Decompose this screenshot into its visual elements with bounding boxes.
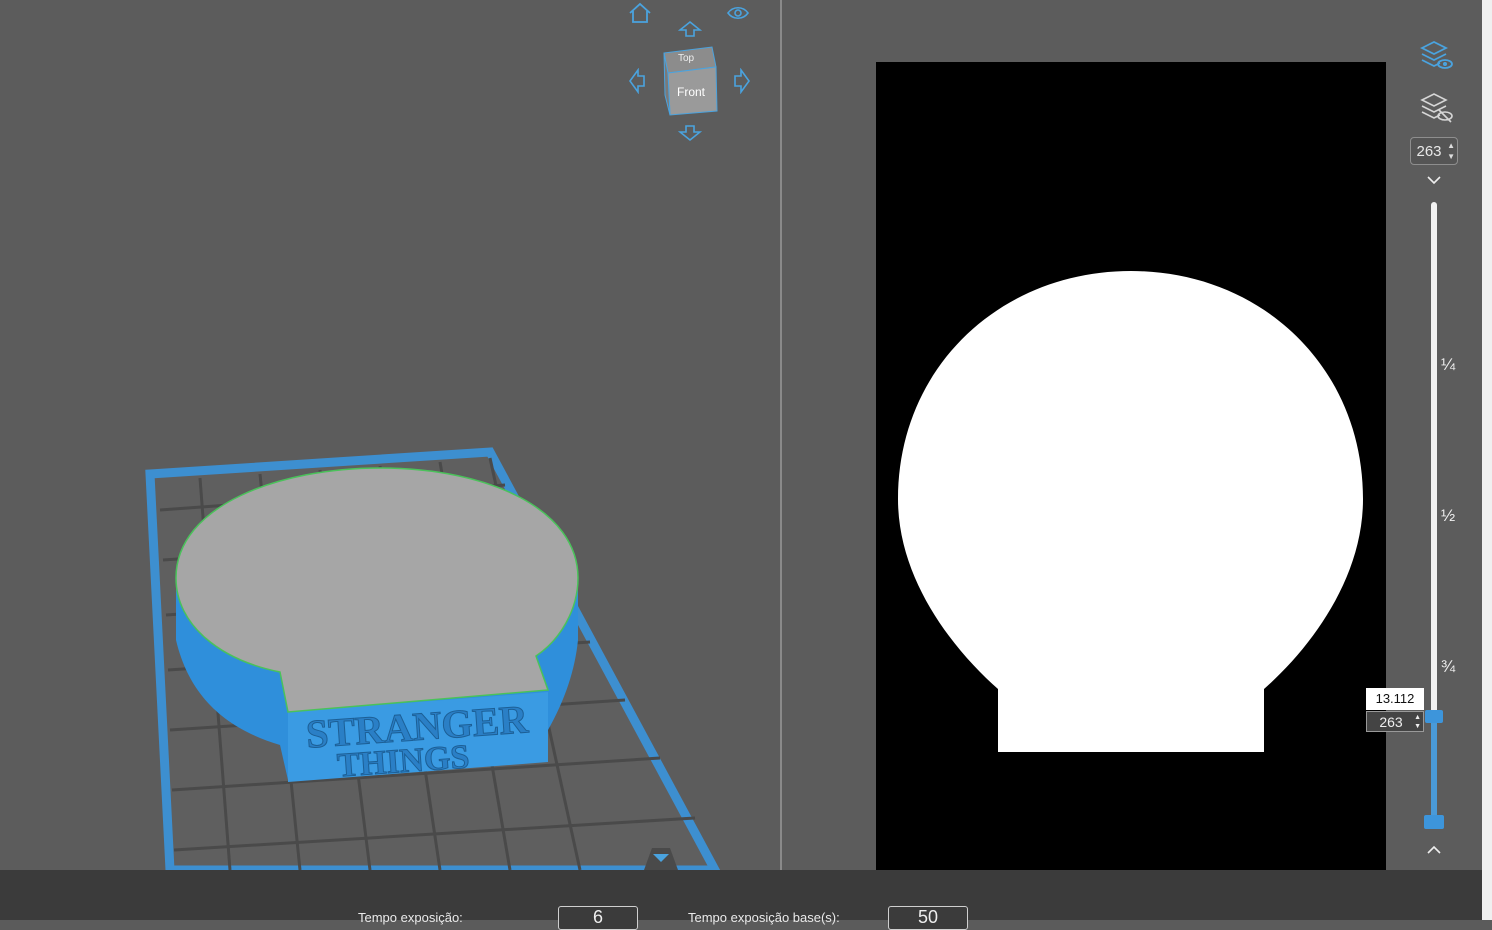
layer-height-tooltip: 13.112 xyxy=(1366,688,1424,710)
view-cube[interactable]: Top Front xyxy=(660,45,720,117)
rotate-down-icon[interactable] xyxy=(678,124,702,142)
slider-mark-three-quarter: ¾ xyxy=(1441,657,1456,676)
home-view-icon[interactable] xyxy=(628,2,652,24)
hide-layers-icon[interactable] xyxy=(1418,90,1454,124)
collapse-panel-icon[interactable] xyxy=(640,846,682,870)
slice-image xyxy=(876,62,1386,870)
chevron-down-icon[interactable] xyxy=(1426,174,1442,186)
rotate-left-icon[interactable] xyxy=(628,68,646,94)
rotate-up-icon[interactable] xyxy=(678,20,702,38)
layer-slider-upper-thumb[interactable] xyxy=(1425,710,1443,723)
chevron-up-icon[interactable] xyxy=(1426,844,1442,856)
view-cube-front-label[interactable]: Front xyxy=(677,85,705,99)
rotate-right-icon[interactable] xyxy=(733,68,751,94)
base-exposure-time-label: Tempo exposição base(s): xyxy=(688,910,840,925)
show-layers-icon[interactable] xyxy=(1418,38,1454,72)
base-exposure-time-input[interactable]: 50 xyxy=(888,906,968,930)
layer-slider-fill xyxy=(1431,717,1437,822)
small-spin-arrows-icon[interactable]: ▲ ▼ xyxy=(1414,713,1421,731)
eye-view-icon[interactable] xyxy=(726,4,750,22)
layer-slider-lower-thumb[interactable] xyxy=(1424,815,1444,829)
slider-mark-quarter: ¼ xyxy=(1441,355,1456,374)
layer-top-spinbox[interactable]: 263 ▲ ▼ xyxy=(1410,137,1458,165)
exposure-time-label: Tempo exposição: xyxy=(358,910,463,925)
view-cube-top-label[interactable]: Top xyxy=(678,53,694,64)
layer-top-value[interactable]: 263 xyxy=(1411,143,1447,160)
spin-arrows-icon[interactable]: ▲ ▼ xyxy=(1447,140,1455,162)
exposure-time-input[interactable]: 6 xyxy=(558,906,638,930)
scene-svg: STRANGER THINGS xyxy=(145,447,721,870)
layer-bottom-value[interactable]: 263 xyxy=(1371,714,1411,730)
slider-mark-half: ½ xyxy=(1441,506,1456,525)
window-edge xyxy=(1482,0,1492,920)
slice-shape xyxy=(898,271,1363,752)
3d-viewport[interactable]: STRANGER THINGS Top Front xyxy=(0,0,780,870)
layer-bottom-spinbox[interactable]: 263 ▲ ▼ xyxy=(1366,711,1424,732)
